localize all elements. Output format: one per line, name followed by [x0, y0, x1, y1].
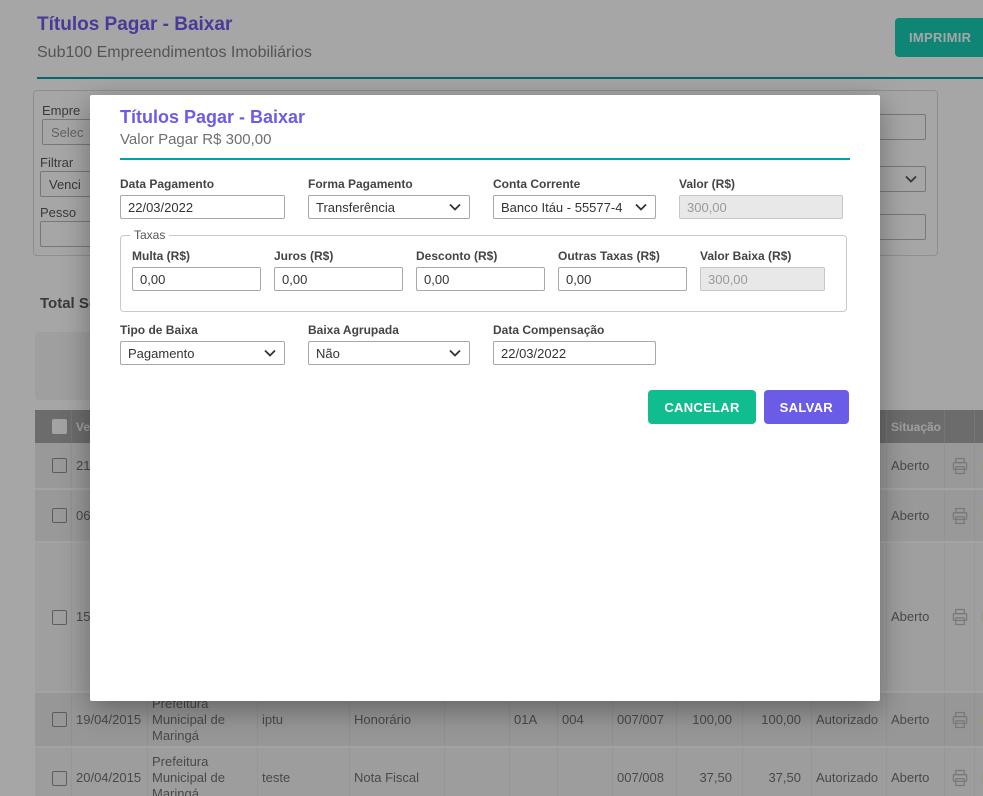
juros-input[interactable]: 0,00: [274, 267, 403, 291]
tipo-baixa-label: Tipo de Baixa: [120, 323, 285, 337]
data-pagamento-label: Data Pagamento: [120, 177, 285, 191]
cancel-button[interactable]: CANCELAR: [648, 390, 755, 424]
data-pagamento-input[interactable]: 22/03/2022: [120, 195, 285, 219]
valor-label: Valor (R$): [679, 177, 843, 191]
chevron-down-icon: [449, 200, 461, 215]
data-compensacao-input[interactable]: 22/03/2022: [493, 341, 656, 365]
baixa-agrupada-select[interactable]: Não: [308, 341, 470, 365]
forma-pagamento-select[interactable]: Transferência: [308, 195, 470, 219]
desconto-input[interactable]: 0,00: [416, 267, 545, 291]
baixar-modal: Títulos Pagar - Baixar Valor Pagar R$ 30…: [90, 95, 880, 701]
baixa-agrupada-label: Baixa Agrupada: [308, 323, 470, 337]
multa-label: Multa (R$): [132, 249, 261, 263]
modal-subtitle: Valor Pagar R$ 300,00: [120, 131, 272, 148]
chevron-down-icon: [635, 200, 647, 215]
taxas-legend: Taxas: [130, 228, 169, 242]
taxas-fieldset: Taxas Multa (R$) 0,00 Juros (R$) 0,00 De…: [120, 235, 847, 312]
outras-taxas-input[interactable]: 0,00: [558, 267, 687, 291]
valor-baixa-label: Valor Baixa (R$): [700, 249, 825, 263]
multa-input[interactable]: 0,00: [132, 267, 261, 291]
chevron-down-icon: [449, 346, 461, 361]
modal-title: Títulos Pagar - Baixar: [120, 107, 305, 128]
outras-taxas-label: Outras Taxas (R$): [558, 249, 687, 263]
chevron-down-icon: [264, 346, 276, 361]
juros-label: Juros (R$): [274, 249, 403, 263]
modal-divider: [120, 158, 850, 160]
data-compensacao-label: Data Compensação: [493, 323, 656, 337]
app-window: Títulos Pagar - Baixar Sub100 Empreendim…: [0, 0, 983, 796]
tipo-baixa-select[interactable]: Pagamento: [120, 341, 285, 365]
forma-pagamento-label: Forma Pagamento: [308, 177, 470, 191]
valor-input: 300,00: [679, 195, 843, 219]
desconto-label: Desconto (R$): [416, 249, 545, 263]
conta-corrente-label: Conta Corrente: [493, 177, 656, 191]
save-button[interactable]: SALVAR: [764, 390, 849, 424]
valor-baixa-input: 300,00: [700, 267, 825, 291]
conta-corrente-select[interactable]: Banco Itáu - 55577-4: [493, 195, 656, 219]
